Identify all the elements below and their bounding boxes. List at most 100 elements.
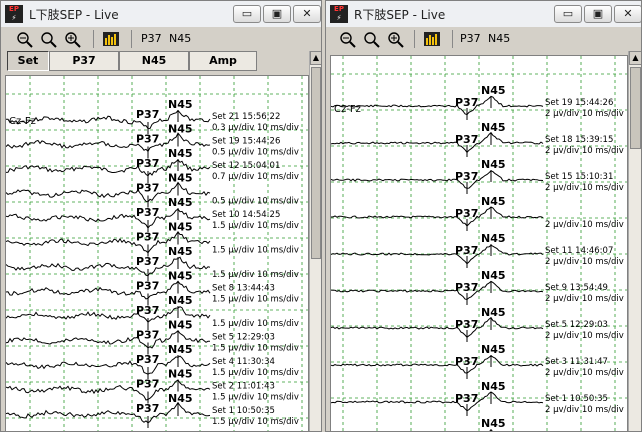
p37-marker[interactable]: P37	[455, 133, 478, 146]
scale-label: 2 μv/div 10 ms/div	[545, 368, 624, 378]
p37-marker[interactable]: P37	[136, 255, 159, 268]
n45-marker[interactable]: N45	[481, 195, 506, 208]
waveform-plot-left[interactable]: Cz-Fz P37 N45 Set 21 15:56:22 0.3 μv/div 10 …	[5, 75, 309, 431]
n45-marker[interactable]: N45	[168, 98, 193, 111]
p37-marker[interactable]: P37	[136, 182, 159, 195]
set-label: Set 10 14:54:25	[212, 210, 280, 220]
p37-marker[interactable]: P37	[455, 392, 478, 405]
p37-marker[interactable]: P37	[136, 280, 159, 293]
scale-label: 1.5 μv/div 10 ms/div	[212, 368, 299, 378]
scale-label: 1.5 μv/div 10 ms/div	[212, 246, 299, 256]
zoom-in-icon[interactable]	[386, 30, 406, 48]
scale-label: 1.5 μv/div 10 ms/div	[212, 270, 299, 280]
close-button[interactable]: ✕	[614, 5, 641, 23]
set-label: Set 19 15:44:26	[212, 137, 280, 147]
n45-marker[interactable]: N45	[481, 158, 506, 171]
n45-toolbar-button[interactable]: N45	[488, 32, 510, 45]
n45-marker[interactable]: N45	[168, 392, 193, 405]
minimize-button[interactable]: ▭	[233, 5, 261, 23]
scroll-up-icon[interactable]: ▲	[629, 51, 641, 65]
p37-marker[interactable]: P37	[455, 355, 478, 368]
n45-marker[interactable]: N45	[168, 245, 193, 258]
n45-marker[interactable]: N45	[168, 147, 193, 160]
p37-marker[interactable]: P37	[455, 318, 478, 331]
set-label: Set 12 15:04:01	[212, 161, 280, 171]
scale-label: 0.5 μv/div 10 ms/div	[212, 197, 299, 207]
n45-marker[interactable]: N45	[481, 121, 506, 134]
p37-marker[interactable]: P37	[136, 378, 159, 391]
set-label: Set 21 15:56:22	[212, 112, 280, 122]
p37-marker[interactable]: P37	[136, 206, 159, 219]
scale-label: 2 μv/div 10 ms/div	[545, 405, 624, 415]
scrollbar-right[interactable]: ▲	[628, 51, 641, 431]
n45-marker[interactable]: N45	[168, 368, 193, 381]
p37-marker[interactable]: P37	[136, 353, 159, 366]
scale-label: 2 μv/div 10 ms/div	[545, 220, 624, 230]
header-set[interactable]: Set	[7, 51, 49, 71]
n45-marker[interactable]: N45	[481, 84, 506, 97]
p37-marker[interactable]: P37	[455, 170, 478, 183]
p37-marker[interactable]: P37	[136, 108, 159, 121]
scrollbar-left[interactable]: ▲	[309, 51, 321, 431]
waveform-trace	[331, 391, 544, 412]
close-button[interactable]: ✕	[293, 5, 321, 23]
n45-marker[interactable]: N45	[168, 319, 193, 332]
n45-marker[interactable]: N45	[481, 380, 506, 393]
n45-marker[interactable]: N45	[481, 232, 506, 245]
ep-logo-icon: EP ⚡	[5, 5, 23, 23]
p37-marker[interactable]: P37	[455, 207, 478, 220]
zoom-out-icon[interactable]	[15, 30, 35, 48]
zoom-reset-icon[interactable]	[362, 30, 382, 48]
title-bar[interactable]: EP ⚡ R下肢SEP - Live ▭ ▣ ✕	[326, 1, 641, 28]
n45-toolbar-button[interactable]: N45	[169, 32, 191, 45]
n45-marker[interactable]: N45	[481, 417, 506, 430]
waveform-trace	[331, 316, 544, 338]
bar-chart-icon[interactable]	[422, 30, 442, 48]
n45-marker[interactable]: N45	[168, 123, 193, 136]
bar-chart-icon[interactable]	[101, 30, 121, 48]
set-label: Set 3 11:31:47	[545, 357, 608, 367]
header-p37[interactable]: P37	[49, 51, 119, 71]
header-n45[interactable]: N45	[119, 51, 189, 71]
zoom-in-icon[interactable]	[63, 30, 83, 48]
n45-marker[interactable]: N45	[168, 343, 193, 356]
waveform-trace	[331, 95, 544, 116]
scale-label: 1.5 μv/div 10 ms/div	[212, 221, 299, 231]
scroll-thumb[interactable]	[311, 67, 321, 259]
p37-marker[interactable]: P37	[136, 231, 159, 244]
minimize-button[interactable]: ▭	[554, 5, 582, 23]
scale-label: 1.5 μv/div 10 ms/div	[212, 393, 299, 403]
zoom-out-icon[interactable]	[338, 30, 358, 48]
p37-marker[interactable]: P37	[136, 304, 159, 317]
set-label: Set 18 15:39:15	[545, 135, 613, 145]
scale-label: 1.5 μv/div 10 ms/div	[212, 295, 299, 305]
n45-marker[interactable]: N45	[168, 172, 193, 185]
waveform-plot-right[interactable]: Cz-Fz P37 N45 Set 19 15:44:26 2 μv/div 10 ms…	[330, 55, 628, 431]
p37-marker[interactable]: P37	[455, 244, 478, 257]
p37-marker[interactable]: P37	[455, 281, 478, 294]
n45-marker[interactable]: N45	[168, 294, 193, 307]
p37-marker[interactable]: P37	[136, 157, 159, 170]
p37-marker[interactable]: P37	[455, 96, 478, 109]
maximize-button[interactable]: ▣	[584, 5, 612, 23]
p37-marker[interactable]: P37	[136, 402, 159, 415]
header-amp[interactable]: Amp	[189, 51, 257, 71]
n45-marker[interactable]: N45	[168, 270, 193, 283]
scale-label: 0.3 μv/div 10 ms/div	[212, 123, 299, 133]
scroll-thumb[interactable]	[630, 67, 641, 149]
zoom-reset-icon[interactable]	[39, 30, 59, 48]
n45-marker[interactable]: N45	[481, 269, 506, 282]
scroll-up-icon[interactable]: ▲	[310, 51, 321, 65]
maximize-button[interactable]: ▣	[263, 5, 291, 23]
p37-marker[interactable]: P37	[136, 133, 159, 146]
p37-toolbar-button[interactable]: P37	[460, 32, 481, 45]
n45-marker[interactable]: N45	[481, 306, 506, 319]
title-bar[interactable]: EP ⚡ L下肢SEP - Live ▭ ▣ ✕	[1, 1, 321, 28]
p37-marker[interactable]: P37	[136, 329, 159, 342]
n45-marker[interactable]: N45	[168, 196, 193, 209]
n45-marker[interactable]: N45	[481, 343, 506, 356]
p37-toolbar-button[interactable]: P37	[141, 32, 162, 45]
window-title: R下肢SEP - Live	[354, 8, 446, 22]
waveform-trace	[331, 170, 544, 189]
n45-marker[interactable]: N45	[168, 221, 193, 234]
